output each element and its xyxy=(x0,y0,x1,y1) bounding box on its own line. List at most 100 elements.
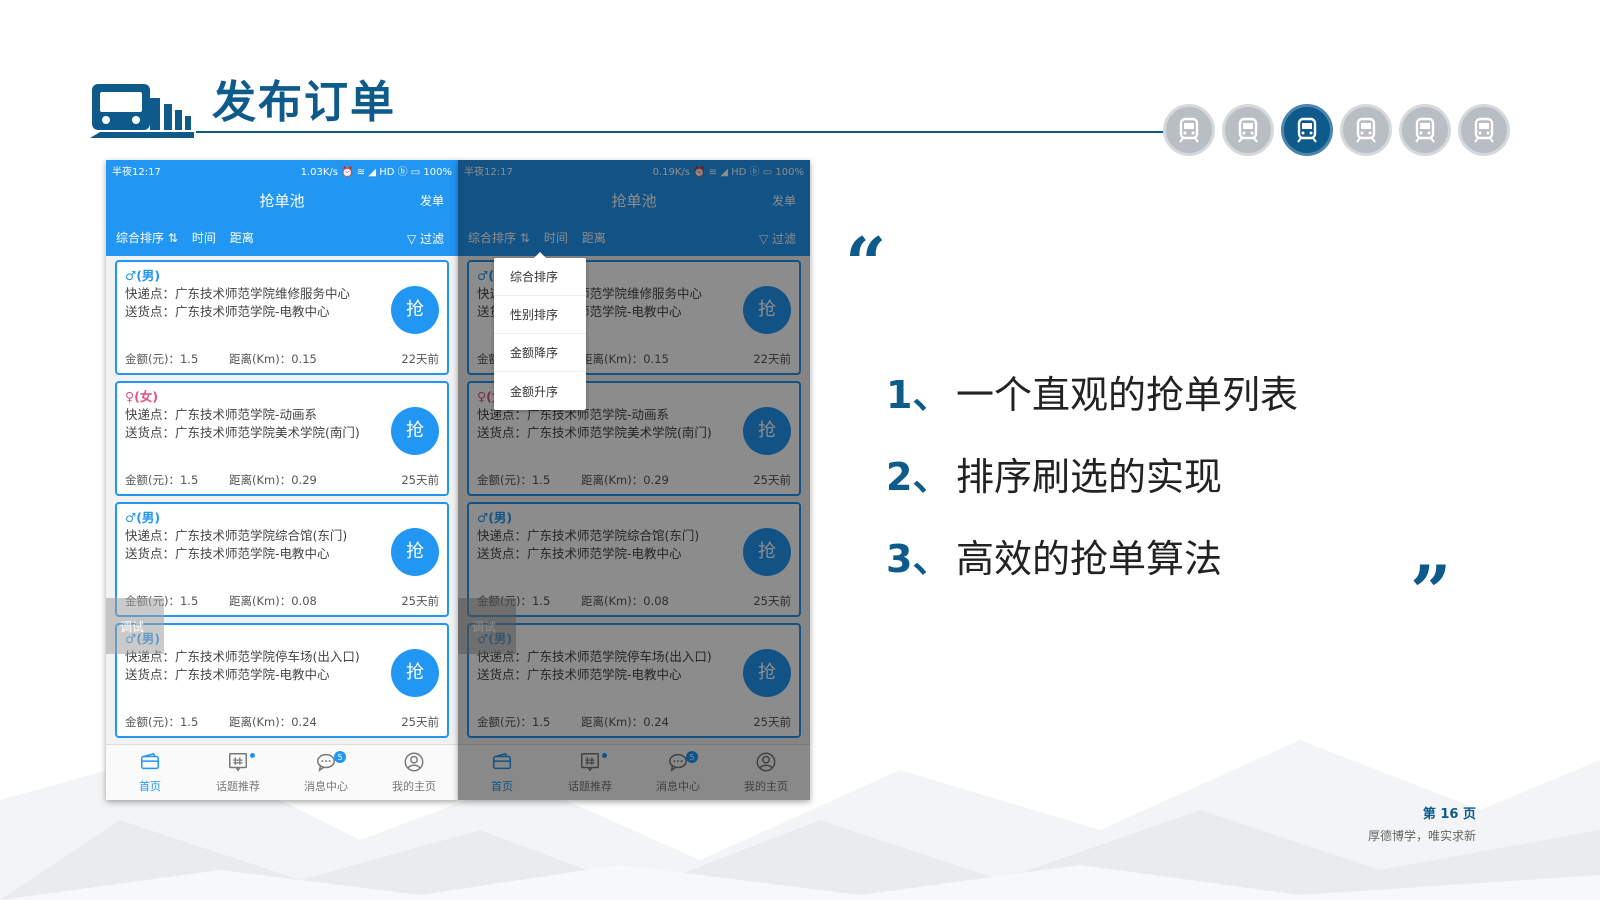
bottom-tab-bar: 首页 话题推荐 消息中心 5 我的主页 xyxy=(106,744,458,800)
app-top-bar: 抢单池 发单 xyxy=(106,180,458,218)
page-number: 第 16 页 xyxy=(1422,807,1476,822)
header-divider xyxy=(196,131,1166,133)
tab-item[interactable]: 我的主页 xyxy=(722,745,810,800)
tab-item[interactable]: 话题推荐 xyxy=(194,745,282,800)
grab-order-button[interactable]: 抢 xyxy=(391,649,439,697)
point-number: 1、 xyxy=(886,372,951,417)
order-age: 25天前 xyxy=(753,473,791,487)
order-card[interactable]: ♂(男) 快递点：广东技术师范学院综合馆(东门) 送货点：广东技术师范学院-电教中心… xyxy=(115,502,449,617)
topic-icon xyxy=(227,751,249,778)
sort-option-amount-asc[interactable]: 金额升序 xyxy=(494,372,586,410)
wallet-icon xyxy=(139,751,161,778)
order-meta: 金额(元)：1.5 距离(Km)：0.24 25天前 xyxy=(477,713,791,731)
delivery-point: 送货点：广东技术师范学院-电教中心 xyxy=(125,304,330,319)
bottom-tab-bar: 首页 话题推荐 消息中心 5 我的主页 xyxy=(458,744,810,800)
school-motto: 厚德博学，唯实求新 xyxy=(1367,829,1476,843)
order-distance: 距离(Km)：0.24 xyxy=(229,715,317,729)
sort-option-comprehensive[interactable]: 综合排序 xyxy=(494,258,586,296)
grab-order-button[interactable]: 抢 xyxy=(391,286,439,334)
order-age: 22天前 xyxy=(753,352,791,366)
order-age: 22天前 xyxy=(401,352,439,366)
order-card[interactable]: ♂(男) 快递点：广东技术师范学院综合馆(东门) 送货点：广东技术师范学院-电教中心… xyxy=(467,502,801,617)
sort-time[interactable]: 时间 xyxy=(544,229,568,246)
section-dot-train-icon[interactable] xyxy=(1399,104,1451,156)
section-dot-train-icon[interactable] xyxy=(1163,104,1215,156)
delivery-point: 送货点：广东技术师范学院美术学院(南门) xyxy=(477,425,712,440)
sort-option-gender[interactable]: 性别排序 xyxy=(494,296,586,334)
order-list: ♂(男) 快递点：广东技术师范学院维修服务中心送货点：广东技术师范学院-电教中心金… xyxy=(106,256,458,738)
profile-icon xyxy=(755,751,777,778)
gender-label: ♂(男) xyxy=(477,510,513,525)
sort-time[interactable]: 时间 xyxy=(192,229,216,246)
point-text: 一个直观的抢单列表 xyxy=(956,372,1299,417)
train-logo-icon xyxy=(90,84,194,138)
pickup-point: 快递点：广东技术师范学院综合馆(东门) xyxy=(125,528,348,543)
order-amount: 金额(元)：1.5 xyxy=(477,715,551,729)
section-nav xyxy=(1163,104,1510,156)
status-indicators: 0.19K/s ⏰ ≋ ◢ HD ⓑ ▭ 100% xyxy=(652,166,804,178)
order-distance: 距离(Km)：0.29 xyxy=(581,473,669,487)
new-dot-indicator xyxy=(602,753,607,758)
tab-item[interactable]: 首页 xyxy=(458,745,546,800)
status-bar: 半夜12:17 0.19K/s ⏰ ≋ ◢ HD ⓑ ▭ 100% xyxy=(458,160,810,180)
tab-item[interactable]: 首页 xyxy=(106,745,194,800)
wallet-icon xyxy=(491,751,513,778)
sort-distance[interactable]: 距离 xyxy=(230,229,254,246)
order-card[interactable]: ♂(男) 快递点：广东技术师范学院维修服务中心送货点：广东技术师范学院-电教中心金… xyxy=(115,260,449,375)
point-text: 高效的抢单算法 xyxy=(956,536,1223,581)
order-card[interactable]: ♂(男)快递点：广东技术师范学院停车场(出入口)送货点：广东技术师范学院-电教中… xyxy=(467,623,801,738)
gender-label: ♀(女) xyxy=(125,389,159,404)
debug-button[interactable]: 调试 xyxy=(458,598,516,654)
grab-order-button[interactable]: 抢 xyxy=(391,528,439,576)
sort-option-amount-desc[interactable]: 金额降序 xyxy=(494,334,586,372)
gender-label: ♂(男) xyxy=(125,510,161,525)
order-card[interactable]: ♀(女) 快递点：广东技术师范学院-动画系送货点：广东技术师范学院美术学院(南门)… xyxy=(115,381,449,496)
grab-order-button[interactable]: 抢 xyxy=(743,407,791,455)
unread-badge: 5 xyxy=(686,751,698,763)
gender-label: ♂(男) xyxy=(125,630,439,648)
tab-item[interactable]: 我的主页 xyxy=(370,745,458,800)
app-top-bar: 抢单池 发单 xyxy=(458,180,810,218)
grab-order-button[interactable]: 抢 xyxy=(391,407,439,455)
feature-points: 1、 一个直观的抢单列表 2、 排序刷选的实现 3、 高效的抢单算法 xyxy=(886,350,1298,596)
sort-distance[interactable]: 距离 xyxy=(582,229,606,246)
publish-button[interactable]: 发单 xyxy=(772,192,796,209)
feature-point: 2、 排序刷选的实现 xyxy=(886,432,1298,514)
sort-comprehensive[interactable]: 综合排序 ⇅ xyxy=(116,229,178,246)
point-text: 排序刷选的实现 xyxy=(956,454,1223,499)
app-title: 抢单池 xyxy=(259,192,305,210)
delivery-point: 送货点：广东技术师范学院-电教中心 xyxy=(125,546,330,561)
tab-item[interactable]: 消息中心 5 xyxy=(634,745,722,800)
grab-order-button[interactable]: 抢 xyxy=(743,649,791,697)
delivery-point: 送货点：广东技术师范学院-电教中心 xyxy=(477,667,682,682)
delivery-point: 送货点：广东技术师范学院美术学院(南门) xyxy=(125,425,360,440)
pickup-point: 快递点：广东技术师范学院维修服务中心 xyxy=(125,286,351,301)
grab-order-button[interactable]: 抢 xyxy=(743,528,791,576)
section-dot-train-icon[interactable] xyxy=(1458,104,1510,156)
delivery-point: 送货点：广东技术师范学院-电教中心 xyxy=(477,546,682,561)
order-meta: 金额(元)：1.5 距离(Km)：0.29 25天前 xyxy=(477,471,791,489)
tab-label: 首页 xyxy=(491,780,513,793)
order-age: 25天前 xyxy=(401,715,439,729)
tab-item[interactable]: 话题推荐 xyxy=(546,745,634,800)
order-distance: 距离(Km)：0.08 xyxy=(581,594,669,608)
tab-label: 我的主页 xyxy=(744,780,788,793)
section-dot-train-icon[interactable] xyxy=(1281,104,1333,156)
section-dot-train-icon[interactable] xyxy=(1222,104,1274,156)
debug-button[interactable]: 调试 xyxy=(106,598,164,654)
filter-button[interactable]: ▽ 过滤 xyxy=(407,230,444,247)
app-title: 抢单池 xyxy=(611,192,657,210)
tab-item[interactable]: 消息中心 5 xyxy=(282,745,370,800)
filter-button[interactable]: ▽ 过滤 xyxy=(759,230,796,247)
status-time: 半夜12:17 xyxy=(464,166,513,178)
grab-order-button[interactable]: 抢 xyxy=(743,286,791,334)
sort-comprehensive[interactable]: 综合排序 ⇅ xyxy=(468,229,530,246)
order-distance: 距离(Km)：0.29 xyxy=(229,473,317,487)
order-card[interactable]: ♂(男)快递点：广东技术师范学院停车场(出入口)送货点：广东技术师范学院-电教中… xyxy=(115,623,449,738)
section-dot-train-icon[interactable] xyxy=(1340,104,1392,156)
phone-screenshot-sort-menu: 半夜12:17 0.19K/s ⏰ ≋ ◢ HD ⓑ ▭ 100% 抢单池 发单… xyxy=(458,160,810,800)
publish-button[interactable]: 发单 xyxy=(420,192,444,209)
pickup-point: 快递点：广东技术师范学院-动画系 xyxy=(125,407,318,422)
order-distance: 距离(Km)：0.15 xyxy=(581,352,669,366)
order-amount: 金额(元)：1.5 xyxy=(125,352,199,366)
